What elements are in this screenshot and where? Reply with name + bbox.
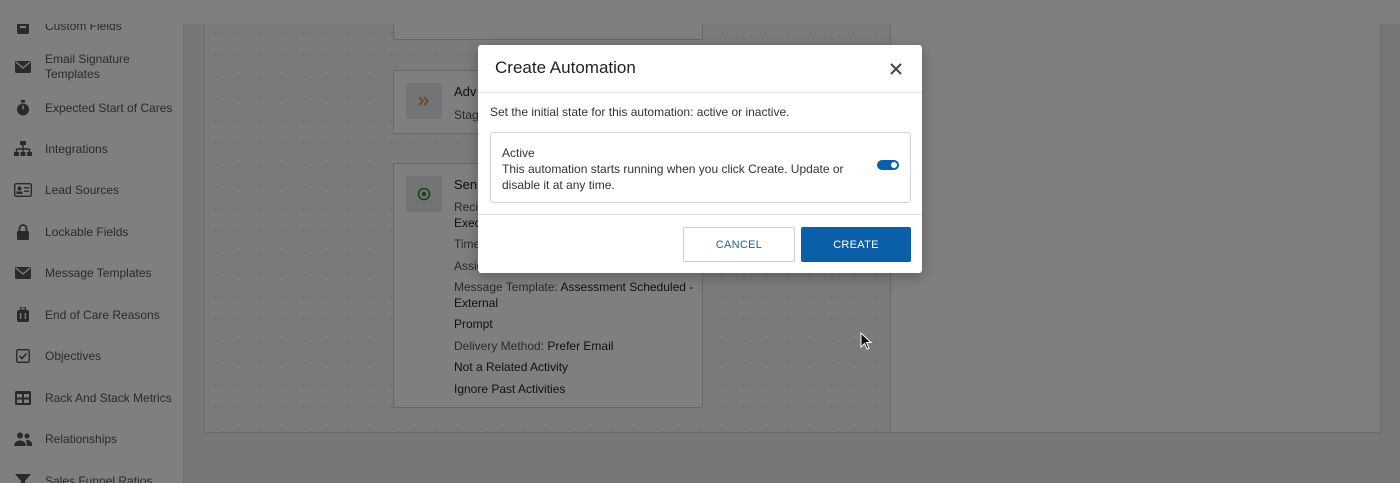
dialog-description: Set the initial state for this automatio… <box>490 105 790 119</box>
create-automation-dialog: Create Automation Set the initial state … <box>478 45 922 273</box>
cancel-button[interactable]: CANCEL <box>683 227 795 262</box>
toggle-knob <box>891 162 897 168</box>
close-icon[interactable] <box>886 59 906 79</box>
divider <box>478 214 922 215</box>
divider <box>478 92 922 93</box>
dialog-title: Create Automation <box>495 58 636 77</box>
mouse-cursor-icon <box>860 331 873 355</box>
active-option-title: Active <box>502 146 535 160</box>
active-option-description: This automation starts running when you … <box>502 162 844 192</box>
active-toggle[interactable] <box>877 160 899 170</box>
active-option-box: Active This automation starts running wh… <box>490 132 911 203</box>
create-button[interactable]: CREATE <box>801 227 911 262</box>
